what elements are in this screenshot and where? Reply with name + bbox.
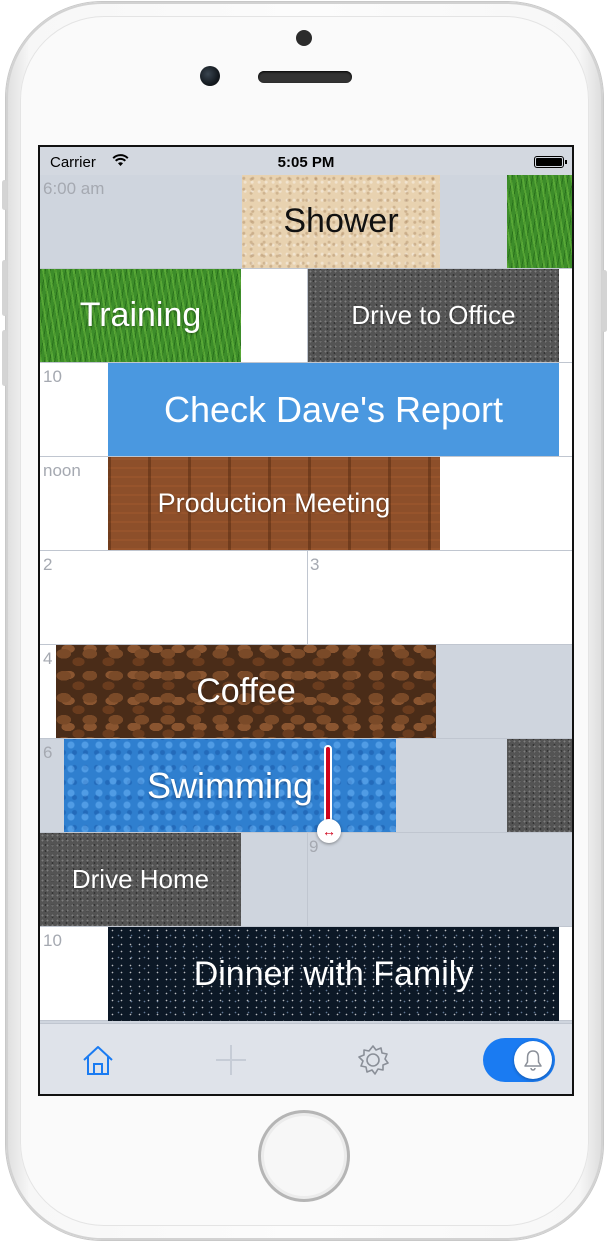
app-screen: Carrier 5:05 PM 6:00 am Shower Training … xyxy=(40,147,572,1094)
alarm-toggle[interactable] xyxy=(483,1038,555,1082)
hour-label: 3 xyxy=(310,555,320,574)
event-label: Shower xyxy=(283,202,399,240)
plus-icon[interactable] xyxy=(211,1040,251,1080)
event-production-meeting[interactable]: Production Meeting xyxy=(108,457,440,550)
hour-label: 2 xyxy=(43,555,53,574)
status-bar: Carrier 5:05 PM xyxy=(40,147,572,175)
event-grass-block[interactable] xyxy=(507,175,572,268)
event-coffee[interactable]: Coffee xyxy=(56,645,436,738)
event-label: Training xyxy=(79,296,202,334)
front-camera xyxy=(200,66,220,86)
event-asphalt-block[interactable] xyxy=(507,739,572,832)
event-label: Drive Home xyxy=(71,864,210,894)
hour-label: 6:00 am xyxy=(43,179,105,198)
event-label: Swimming xyxy=(146,764,314,806)
volume-down-button xyxy=(2,330,7,386)
gear-icon[interactable] xyxy=(353,1040,393,1080)
event-label: Coffee xyxy=(196,672,296,710)
event-training[interactable]: Training xyxy=(40,269,241,362)
proximity-sensor xyxy=(296,30,312,46)
event-dinner-with-family[interactable]: Dinner with Family xyxy=(108,927,559,1021)
event-drive-home[interactable]: Drive Home xyxy=(40,833,241,926)
status-time: 5:05 PM xyxy=(277,154,335,171)
event-swimming[interactable]: Swimming xyxy=(64,739,396,832)
mute-switch xyxy=(2,180,7,210)
hour-row xyxy=(40,551,572,645)
event-label: Check Dave's Report xyxy=(163,388,503,430)
hour-label: 10 xyxy=(43,931,62,950)
hour-label: 9 xyxy=(309,837,319,856)
event-label: Dinner with Family xyxy=(193,954,474,993)
bell-icon xyxy=(514,1041,552,1079)
home-icon[interactable] xyxy=(78,1040,118,1080)
empty-slot[interactable] xyxy=(559,269,572,362)
event-check-daves-report[interactable]: Check Dave's Report xyxy=(108,363,559,456)
tab-bar xyxy=(40,1023,572,1094)
volume-up-button xyxy=(2,260,7,316)
hour-label: 10 xyxy=(43,367,62,386)
hour-label: noon xyxy=(43,461,81,480)
hour-label: 4 xyxy=(43,649,53,668)
event-shower[interactable]: Shower xyxy=(242,175,440,268)
day-schedule-grid[interactable]: 6:00 am Shower Training Drive to Office … xyxy=(40,175,572,1023)
power-button xyxy=(602,270,607,332)
event-label: Production Meeting xyxy=(157,488,391,518)
resize-arrows-icon[interactable]: ↔ xyxy=(317,819,341,843)
resize-handle[interactable]: ↔ xyxy=(317,745,341,845)
empty-slot[interactable] xyxy=(241,269,308,362)
hour-label: 6 xyxy=(43,743,53,762)
battery-icon xyxy=(534,156,567,168)
event-drive-to-office[interactable]: Drive to Office xyxy=(308,269,559,362)
event-label: Drive to Office xyxy=(351,300,516,330)
slot-divider xyxy=(307,833,308,926)
slot-divider xyxy=(307,551,308,644)
earpiece-speaker xyxy=(258,71,352,83)
home-button[interactable] xyxy=(258,1110,350,1202)
